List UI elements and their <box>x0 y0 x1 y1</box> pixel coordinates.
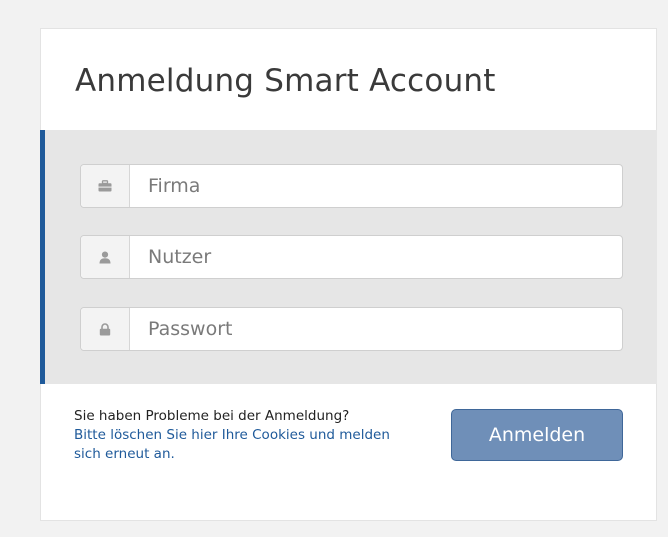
briefcase-icon <box>81 165 130 207</box>
card-header: Anmeldung Smart Account <box>41 29 656 129</box>
card-footer: Sie haben Probleme bei der Anmeldung? Bi… <box>41 384 656 520</box>
company-input[interactable] <box>130 165 622 207</box>
login-button[interactable]: Anmelden <box>451 409 623 461</box>
user-icon <box>81 236 130 278</box>
user-field <box>80 235 623 279</box>
help-question: Sie haben Probleme bei der Anmeldung? <box>74 408 350 424</box>
page-title: Anmeldung Smart Account <box>75 63 496 99</box>
password-field <box>80 307 623 351</box>
lock-icon <box>81 308 130 350</box>
user-input[interactable] <box>130 236 622 278</box>
help-text: Sie haben Probleme bei der Anmeldung? Bi… <box>74 407 404 464</box>
login-form <box>40 130 657 384</box>
login-card: Anmeldung Smart Account Firma Nutzer Sie… <box>40 28 657 521</box>
clear-cookies-link[interactable]: Bitte löschen Sie hier Ihre Cookies und … <box>74 427 390 462</box>
password-input[interactable] <box>130 308 622 350</box>
company-field <box>80 164 623 208</box>
